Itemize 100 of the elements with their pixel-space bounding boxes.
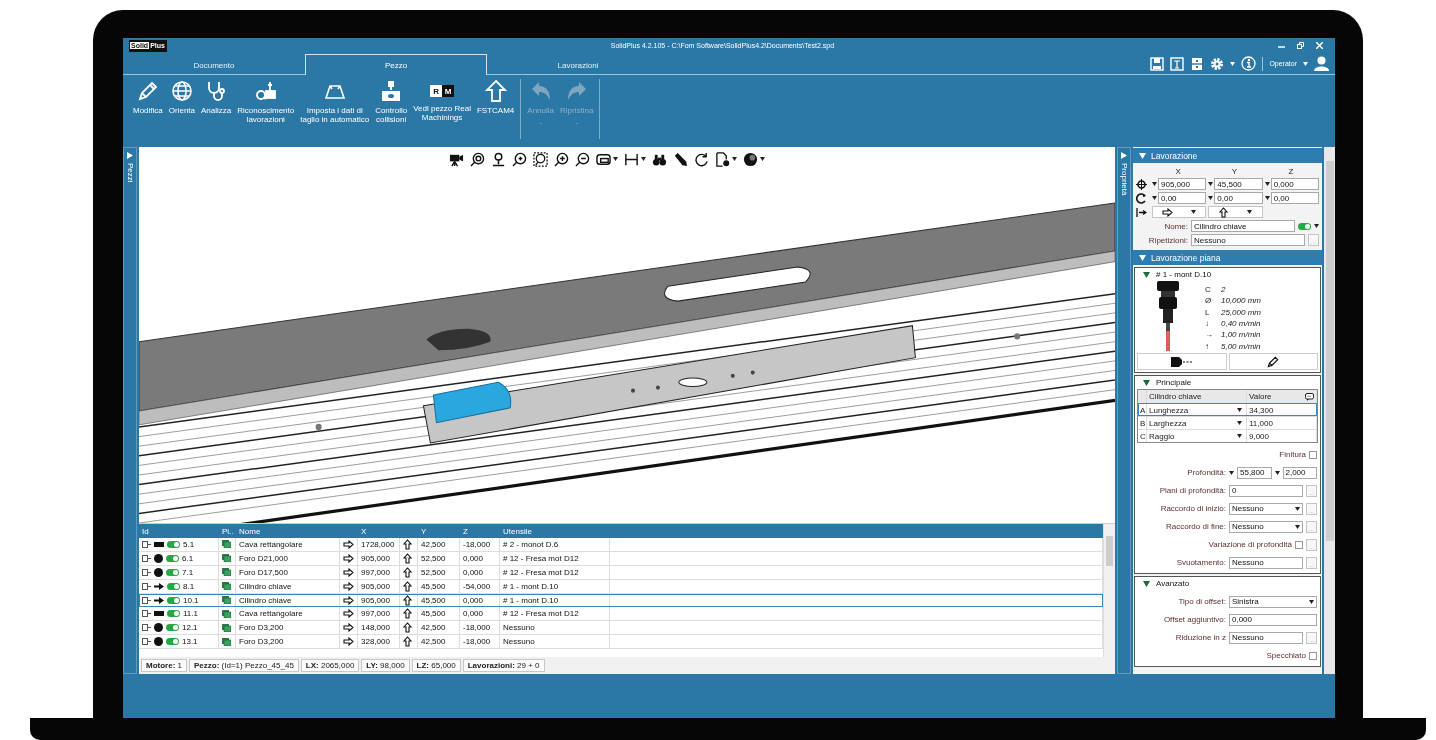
toggle-switch[interactable] <box>166 638 179 646</box>
side-tab-label[interactable]: Pezzi <box>125 163 135 183</box>
input-field[interactable]: 2,000 <box>1282 466 1317 479</box>
ribbon-button[interactable]: Modifica <box>131 79 165 139</box>
info-icon[interactable] <box>1241 56 1257 71</box>
section-header[interactable]: Lavorazione piana <box>1133 250 1322 265</box>
table-row[interactable]: 11.1 Cava rettangolare 997,000 45,500 0,000 # 12 - Fresa mot D12 <box>139 607 1103 622</box>
toolbar-button[interactable] <box>624 151 646 167</box>
input-field[interactable]: 0,00 <box>1270 192 1319 204</box>
close-icon[interactable] <box>1316 42 1323 49</box>
caret-icon <box>1237 421 1242 425</box>
input-field[interactable]: Cilindro chiave <box>1191 220 1295 232</box>
input-field[interactable]: 0,000 <box>1270 178 1319 190</box>
table-row[interactable]: 12.1 Foro D3,200 148,000 42,500 -18,000 Nessuno <box>139 621 1103 636</box>
toolbar-button[interactable] <box>470 151 485 167</box>
toolbar-button[interactable] <box>694 151 709 167</box>
toolbar-button[interactable] <box>715 151 737 167</box>
input-field[interactable]: Nessuno <box>1229 631 1303 644</box>
toggle-switch[interactable] <box>1298 222 1311 230</box>
input-field[interactable]: 905,000 <box>1158 178 1207 190</box>
toggle-switch[interactable] <box>166 554 179 562</box>
input-field[interactable]: 0 <box>1229 484 1303 497</box>
input-field[interactable]: 0,00 <box>1214 192 1263 204</box>
ribbon-button[interactable]: Analizza <box>199 79 234 139</box>
toggle-switch[interactable] <box>167 582 180 590</box>
user-icon[interactable] <box>1314 56 1329 71</box>
toolbar-button[interactable] <box>533 151 548 167</box>
tool-button[interactable] <box>1137 353 1227 370</box>
expand-icon[interactable] <box>127 152 133 159</box>
dropdown[interactable]: Sinistra <box>1229 595 1317 608</box>
comment-icon[interactable] <box>1305 392 1314 401</box>
checkbox[interactable] <box>1309 651 1317 660</box>
column-header[interactable]: X <box>358 526 400 536</box>
scrollbar[interactable] <box>1103 524 1115 657</box>
tab[interactable]: Documento <box>123 55 305 75</box>
toolbar-button[interactable] <box>554 151 569 167</box>
gear-icon[interactable] <box>1210 56 1225 71</box>
collapse-icon[interactable] <box>1139 152 1146 159</box>
ribbon-button[interactable]: FSTCAM4 <box>475 79 517 139</box>
side-panel-tab[interactable]: Proprietà <box>1117 147 1131 674</box>
table-row[interactable]: 5.1 Cava rettangolare 1728,000 42,500 -18,000 # 2 - monot D.6 <box>139 538 1103 552</box>
parameter-row[interactable]: B Larghezza 11,000 <box>1138 416 1317 429</box>
column-header[interactable]: Pi.. <box>219 526 236 536</box>
expand-icon[interactable] <box>1121 152 1127 159</box>
spec-value: 5,00 m/min <box>1221 341 1262 351</box>
edit-button[interactable] <box>1228 353 1318 370</box>
tab[interactable]: Lavorazioni <box>487 55 669 75</box>
collapse-icon[interactable] <box>1143 580 1150 587</box>
input-field[interactable]: 45,500 <box>1214 178 1263 190</box>
table-cell: # 1 - mont D.10 <box>500 579 610 593</box>
side-panel-tab[interactable]: Pezzi <box>123 147 137 674</box>
column-header[interactable]: Utensile <box>500 526 610 536</box>
column-header[interactable]: Z <box>460 526 500 536</box>
toolbar-button[interactable] <box>512 151 527 167</box>
scrollbar[interactable] <box>1324 147 1335 674</box>
cabinet-icon[interactable] <box>1190 56 1205 71</box>
direction-dropdown[interactable] <box>1208 206 1263 218</box>
checkbox[interactable] <box>1295 540 1303 549</box>
toolbar-button[interactable] <box>491 151 506 167</box>
input-field[interactable]: 0,00 <box>1158 192 1207 204</box>
dropdown[interactable]: Nessuno <box>1229 520 1303 533</box>
tab[interactable]: Pezzo <box>305 54 487 75</box>
toolbar-button[interactable] <box>575 151 590 167</box>
toggle-switch[interactable] <box>167 596 180 604</box>
ribbon-button[interactable]: Imposta i dati di taglio in automatico <box>298 79 372 139</box>
section-header[interactable]: Lavorazione <box>1133 148 1322 163</box>
parameter-row[interactable]: C Raggio 9,000 <box>1138 429 1317 442</box>
toggle-switch[interactable] <box>166 568 179 576</box>
input-field[interactable]: 55,800 <box>1237 466 1272 479</box>
toolbar-button[interactable] <box>673 151 688 167</box>
collapse-icon[interactable] <box>1143 271 1150 278</box>
checkbox[interactable] <box>1309 450 1317 459</box>
toggle-switch[interactable] <box>166 624 179 632</box>
parameter-row[interactable]: A Lunghezza 34,300 <box>1138 403 1317 416</box>
table-cell: 45,500 <box>418 579 460 593</box>
arrow-right-icon <box>343 595 354 605</box>
ribbon-button[interactable]: Orienta <box>166 79 198 139</box>
column-header[interactable]: Id <box>139 526 219 536</box>
parameter-value[interactable]: 9,000 <box>1247 430 1317 442</box>
save-icon[interactable] <box>1150 56 1165 71</box>
direction-dropdown[interactable] <box>1152 206 1207 218</box>
toggle-switch[interactable] <box>167 610 180 618</box>
collapse-icon[interactable] <box>1143 379 1150 386</box>
column-header[interactable]: Nome <box>236 526 340 536</box>
collapse-icon[interactable] <box>1139 254 1146 261</box>
input-field[interactable]: Nessuno <box>1229 556 1303 569</box>
ribbon-button[interactable]: Controllo collisioni <box>373 79 410 139</box>
restore-icon[interactable] <box>1297 42 1304 49</box>
dropdown[interactable]: Nessuno <box>1229 502 1303 515</box>
table-row[interactable]: 13.1 Foro D3,200 328,000 42,500 -18,000 Nessuno <box>139 635 1103 650</box>
input-field[interactable]: 0,000 <box>1229 613 1317 626</box>
toolbar-button[interactable] <box>743 151 765 167</box>
document-icon[interactable] <box>1170 56 1185 71</box>
column-header[interactable]: Y <box>418 526 460 536</box>
toolbar-button[interactable] <box>596 151 618 167</box>
toggle-switch[interactable] <box>167 540 180 548</box>
ribbon-button[interactable]: R M Vedi pezzo Real Machinings <box>411 79 473 139</box>
input-field[interactable]: Nessuno <box>1191 234 1305 246</box>
ribbon-button[interactable]: Riconoscimento lavorazioni <box>235 79 297 139</box>
side-tab-label[interactable]: Proprietà <box>1119 163 1129 196</box>
